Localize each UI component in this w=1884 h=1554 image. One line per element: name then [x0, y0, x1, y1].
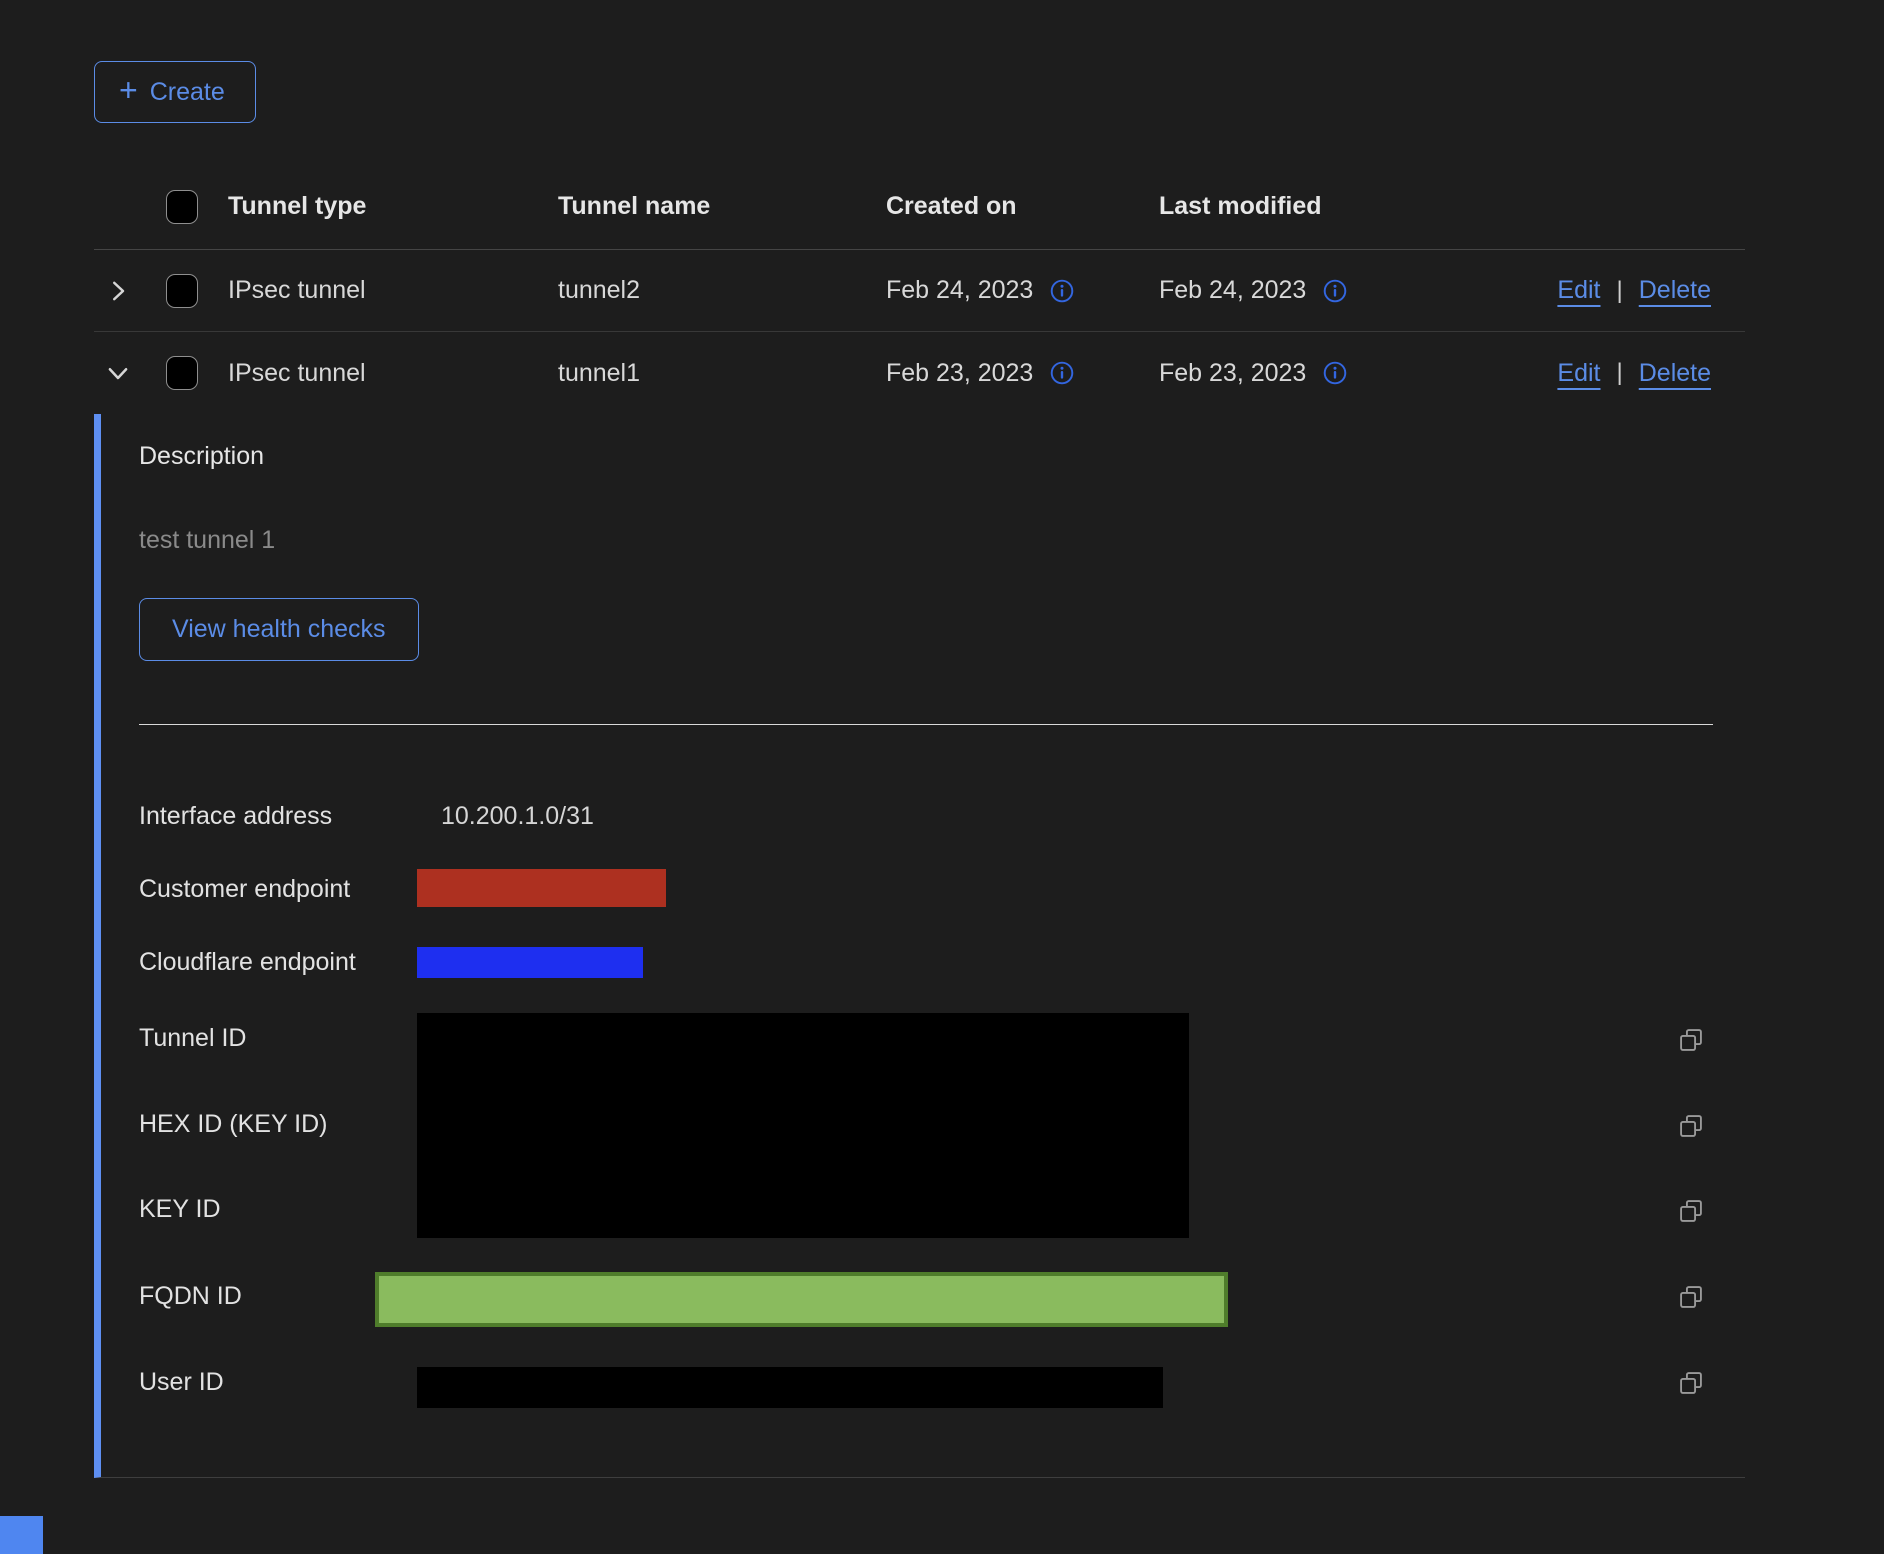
- delete-link[interactable]: Delete: [1639, 276, 1711, 305]
- create-button-label: Create: [150, 78, 225, 107]
- customer-endpoint-label: Customer endpoint: [139, 874, 350, 904]
- table-row: IPsec tunnel tunnel2 Feb 24, 2023 Feb 24…: [94, 250, 1745, 332]
- cloudflare-endpoint-label: Cloudflare endpoint: [139, 947, 356, 977]
- customer-endpoint-redacted-value: [417, 869, 666, 907]
- created-on-cell: Feb 23, 2023: [886, 359, 1033, 388]
- copy-user-id-button[interactable]: [1677, 1369, 1705, 1397]
- description-label: Description: [139, 442, 264, 471]
- tunnel-name-cell: tunnel2: [558, 276, 886, 305]
- cloudflare-endpoint-redacted-value: [417, 947, 643, 978]
- last-modified-cell: Feb 24, 2023: [1159, 276, 1306, 305]
- view-health-checks-button[interactable]: View health checks: [139, 598, 419, 661]
- plus-icon: +: [119, 74, 138, 106]
- create-button[interactable]: + Create: [94, 61, 256, 123]
- panel-divider: [139, 724, 1713, 725]
- fqdn-id-redacted-value: [375, 1272, 1228, 1327]
- info-icon[interactable]: [1322, 360, 1348, 386]
- delete-link[interactable]: Delete: [1639, 359, 1711, 388]
- description-value: test tunnel 1: [139, 526, 275, 555]
- user-id-redacted-value: [417, 1367, 1163, 1408]
- link-separator: |: [1617, 277, 1623, 305]
- row-checkbox[interactable]: [166, 274, 198, 308]
- ids-redacted-block: [417, 1013, 1189, 1238]
- select-all-checkbox[interactable]: [166, 190, 198, 224]
- row-checkbox[interactable]: [166, 356, 198, 390]
- interface-address-label: Interface address: [139, 801, 332, 831]
- tunnels-page: { "create_button": { "label": "Create", …: [0, 0, 1884, 1554]
- copy-key-id-button[interactable]: [1677, 1197, 1705, 1225]
- partial-blue-element: [0, 1516, 43, 1554]
- user-id-label: User ID: [139, 1367, 224, 1397]
- table-header-row: Tunnel type Tunnel name Created on Last …: [94, 164, 1745, 250]
- chevron-down-icon[interactable]: [103, 358, 133, 388]
- tunnel-name-cell: tunnel1: [558, 359, 886, 388]
- last-modified-cell: Feb 23, 2023: [1159, 359, 1306, 388]
- key-id-label: KEY ID: [139, 1194, 221, 1224]
- chevron-right-icon[interactable]: [103, 276, 133, 306]
- fqdn-id-label: FQDN ID: [139, 1281, 242, 1311]
- edit-link[interactable]: Edit: [1557, 359, 1600, 388]
- info-icon[interactable]: [1049, 278, 1075, 304]
- tunnel-detail-panel: Description test tunnel 1 View health ch…: [94, 414, 1745, 1478]
- copy-tunnel-id-button[interactable]: [1677, 1026, 1705, 1054]
- link-separator: |: [1617, 359, 1623, 387]
- column-header-created-on: Created on: [886, 192, 1159, 221]
- column-header-tunnel-type: Tunnel type: [228, 192, 558, 221]
- column-header-last-modified: Last modified: [1159, 192, 1432, 221]
- table-row: IPsec tunnel tunnel1 Feb 23, 2023 Feb 23…: [94, 332, 1745, 414]
- tunnels-table: Tunnel type Tunnel name Created on Last …: [94, 164, 1745, 1478]
- info-icon[interactable]: [1322, 278, 1348, 304]
- tunnel-type-cell: IPsec tunnel: [228, 359, 558, 388]
- created-on-cell: Feb 24, 2023: [886, 276, 1033, 305]
- edit-link[interactable]: Edit: [1557, 276, 1600, 305]
- tunnel-id-label: Tunnel ID: [139, 1023, 246, 1053]
- tunnel-type-cell: IPsec tunnel: [228, 276, 558, 305]
- hex-id-label: HEX ID (KEY ID): [139, 1109, 327, 1139]
- copy-hex-id-button[interactable]: [1677, 1112, 1705, 1140]
- copy-fqdn-id-button[interactable]: [1677, 1283, 1705, 1311]
- column-header-tunnel-name: Tunnel name: [558, 192, 886, 221]
- info-icon[interactable]: [1049, 360, 1075, 386]
- interface-address-value: 10.200.1.0/31: [441, 801, 594, 831]
